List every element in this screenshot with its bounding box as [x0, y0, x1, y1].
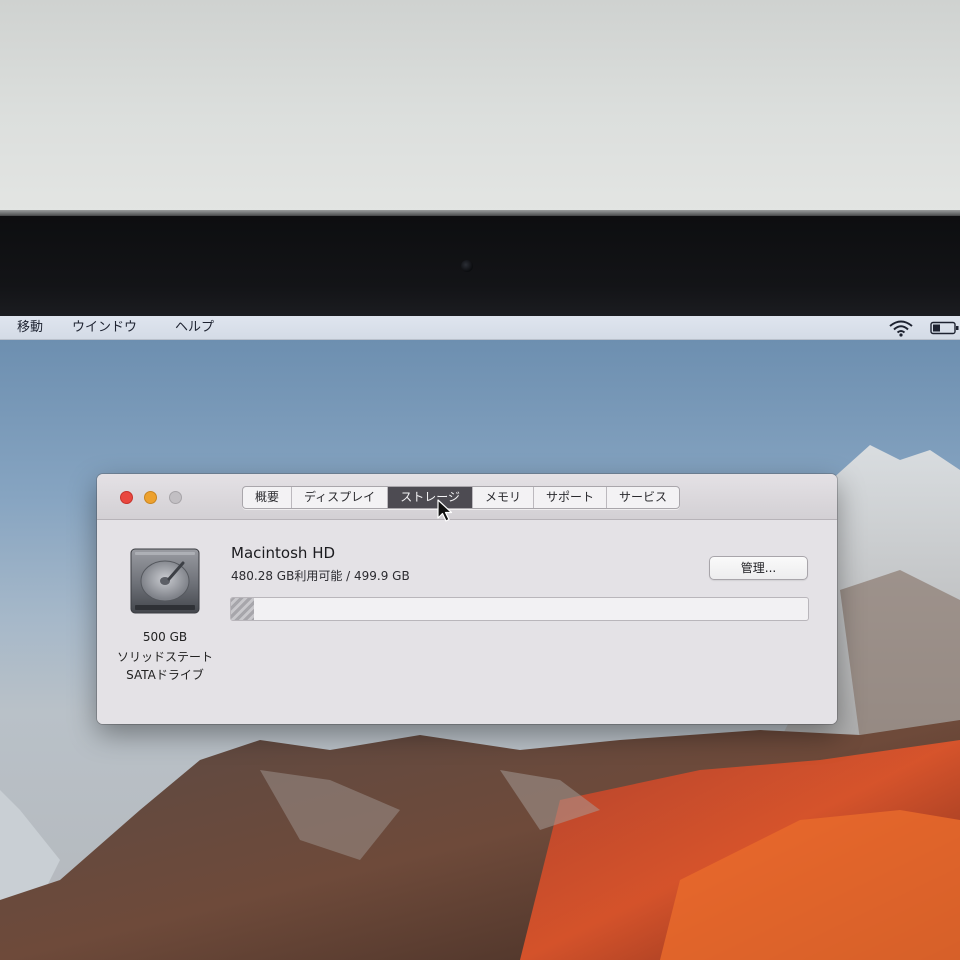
drive-type-line1: ソリッドステート: [116, 650, 213, 664]
hard-drive-icon: [130, 548, 200, 614]
laptop-bezel: [0, 216, 960, 316]
tab-displays[interactable]: ディスプレイ: [292, 487, 389, 508]
mouse-pointer-icon: [437, 499, 453, 522]
storage-panel: 500 GB ソリッドステート SATAドライブ Macintosh HD 48…: [97, 520, 837, 724]
photo-scene: 移動 ウインドウ ヘルプ 概要 ディスプレイ ストレージ メモリ サポート サー…: [0, 0, 960, 960]
drive-capacity: 500 GB: [142, 630, 188, 644]
menu-window[interactable]: ウインドウ: [72, 319, 137, 337]
battery-icon[interactable]: [930, 321, 960, 335]
menu-help[interactable]: ヘルプ: [175, 319, 214, 337]
tab-memory[interactable]: メモリ: [473, 487, 534, 508]
manage-button[interactable]: 管理...: [709, 556, 808, 580]
tab-storage[interactable]: ストレージ: [388, 487, 473, 508]
window-titlebar[interactable]: 概要 ディスプレイ ストレージ メモリ サポート サービス: [97, 474, 837, 520]
tab-bar: 概要 ディスプレイ ストレージ メモリ サポート サービス: [242, 486, 680, 509]
webcam: [461, 260, 473, 272]
about-this-mac-window: 概要 ディスプレイ ストレージ メモリ サポート サービス 500 GB ソリッ…: [97, 474, 837, 724]
menu-go[interactable]: 移動: [17, 319, 43, 337]
tab-service[interactable]: サービス: [607, 487, 679, 508]
tab-support[interactable]: サポート: [534, 487, 607, 508]
storage-used-segment: [231, 598, 255, 620]
volume-name: Macintosh HD: [231, 544, 336, 562]
background-wall: [0, 0, 960, 214]
close-button[interactable]: [120, 491, 133, 504]
minimize-button[interactable]: [144, 491, 157, 504]
drive-type-line2: SATAドライブ: [126, 668, 204, 682]
storage-usage-bar: [230, 597, 809, 621]
volume-availability: 480.28 GB利用可能 / 499.9 GB: [231, 569, 410, 583]
wifi-icon[interactable]: [887, 319, 915, 337]
zoom-button[interactable]: [169, 491, 182, 504]
menu-bar: 移動 ウインドウ ヘルプ: [0, 316, 960, 340]
tab-overview[interactable]: 概要: [243, 487, 293, 508]
